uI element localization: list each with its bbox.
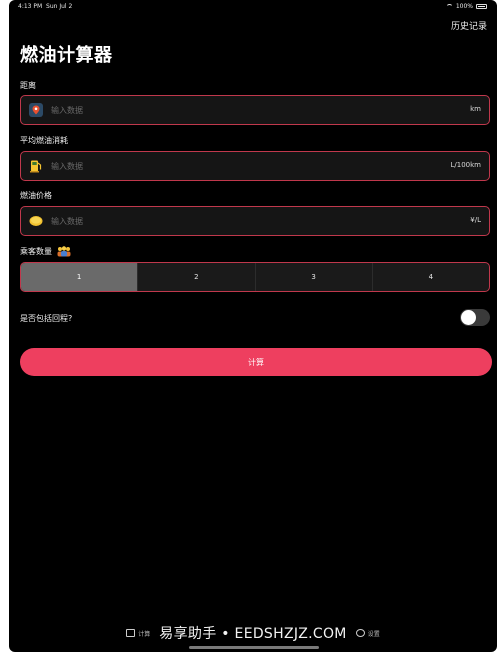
coin-icon [29, 216, 43, 226]
consumption-unit: L/100km [450, 161, 482, 169]
price-label: 燃油价格 [20, 191, 52, 200]
toggle-knob [461, 310, 476, 325]
price-field[interactable]: ¥/L [20, 206, 490, 236]
tab-settings[interactable]: 设置 [355, 629, 380, 638]
tab-calculate[interactable]: 计算 [126, 629, 150, 638]
battery-icon [476, 4, 487, 9]
passengers-label-text: 乘客数量 [20, 247, 52, 256]
app-screen: 4:13 PM Sun Jul 2 100% 历史记录 燃油计算器 距离 km … [9, 0, 497, 652]
page-title: 燃油计算器 [20, 45, 113, 66]
distance-unit: km [470, 105, 481, 113]
wifi-icon [445, 4, 453, 9]
status-time: 4:13 PM Sun Jul 2 [18, 3, 73, 10]
passengers-label: 乘客数量 [20, 246, 72, 257]
calculate-button[interactable]: 计算 [20, 348, 492, 376]
round-trip-label: 是否包括回程? [20, 314, 73, 323]
round-trip-toggle[interactable] [460, 309, 490, 326]
status-bar: 4:13 PM Sun Jul 2 100% [9, 0, 497, 12]
distance-label: 距离 [20, 81, 36, 90]
tab-calculate-label: 计算 [138, 630, 151, 638]
calculator-icon [126, 629, 136, 637]
watermark: 易享助手 • EEDSHZJZ.COM [159, 626, 347, 642]
status-right: 100% [445, 3, 487, 10]
map-pin-icon [29, 103, 43, 117]
history-link[interactable]: 历史记录 [451, 19, 487, 32]
home-indicator [189, 646, 319, 649]
consumption-field[interactable]: L/100km [20, 151, 490, 181]
tab-settings-label: 设置 [367, 630, 380, 638]
people-icon [57, 246, 71, 257]
tab-bar: 计算 易享助手 • EEDSHZJZ.COM 设置 [9, 622, 497, 644]
passenger-option-3[interactable]: 3 [256, 263, 373, 291]
battery-percent: 100% [455, 3, 473, 10]
passenger-option-2[interactable]: 2 [138, 263, 256, 291]
price-unit: ¥/L [470, 216, 481, 224]
passenger-option-4[interactable]: 4 [373, 263, 489, 291]
price-input[interactable] [51, 207, 411, 235]
consumption-input[interactable] [51, 152, 411, 180]
fuel-pump-icon [30, 160, 42, 173]
passenger-selector: 1 2 3 4 [20, 262, 490, 292]
consumption-label: 平均燃油消耗 [20, 136, 68, 145]
settings-icon [355, 629, 365, 637]
distance-input[interactable] [51, 96, 411, 124]
passenger-option-1[interactable]: 1 [21, 263, 139, 291]
distance-field[interactable]: km [20, 95, 490, 125]
